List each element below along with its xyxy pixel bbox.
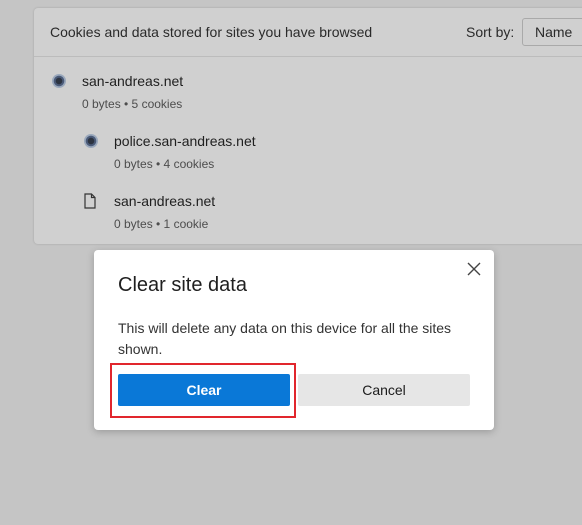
site-list-item[interactable]: san-andreas.net 0 bytes • 5 cookies: [34, 68, 434, 116]
site-meta: 0 bytes • 5 cookies: [82, 97, 183, 111]
site-meta: 0 bytes • 4 cookies: [114, 157, 215, 171]
site-name: police.san-andreas.net: [114, 133, 256, 149]
panel-title: Cookies and data stored for sites you ha…: [50, 24, 373, 40]
dialog-message: This will delete any data on this device…: [118, 320, 452, 357]
close-icon: [467, 262, 481, 276]
globe-icon: [84, 134, 98, 148]
sort-value: Name: [535, 24, 573, 40]
cancel-button[interactable]: Cancel: [298, 374, 470, 406]
site-meta: 0 bytes • 1 cookie: [114, 217, 209, 231]
site-list-item[interactable]: police.san-andreas.net 0 bytes • 4 cooki…: [34, 128, 434, 176]
file-icon: [84, 193, 96, 209]
panel-header: Cookies and data stored for sites you ha…: [34, 8, 582, 57]
site-list-item[interactable]: san-andreas.net 0 bytes • 1 cookie: [34, 188, 434, 236]
close-button[interactable]: [464, 259, 484, 279]
sort-dropdown[interactable]: Name: [522, 18, 582, 46]
clear-button[interactable]: Clear: [118, 374, 290, 406]
cookies-panel: Cookies and data stored for sites you ha…: [34, 8, 582, 244]
sort-label: Sort by:: [466, 24, 515, 40]
site-name: san-andreas.net: [114, 193, 216, 209]
globe-icon: [52, 74, 66, 88]
dialog-title: Clear site data: [118, 274, 247, 296]
clear-site-data-dialog: Clear site data This will delete any dat…: [94, 250, 494, 430]
site-name: san-andreas.net: [82, 73, 184, 89]
